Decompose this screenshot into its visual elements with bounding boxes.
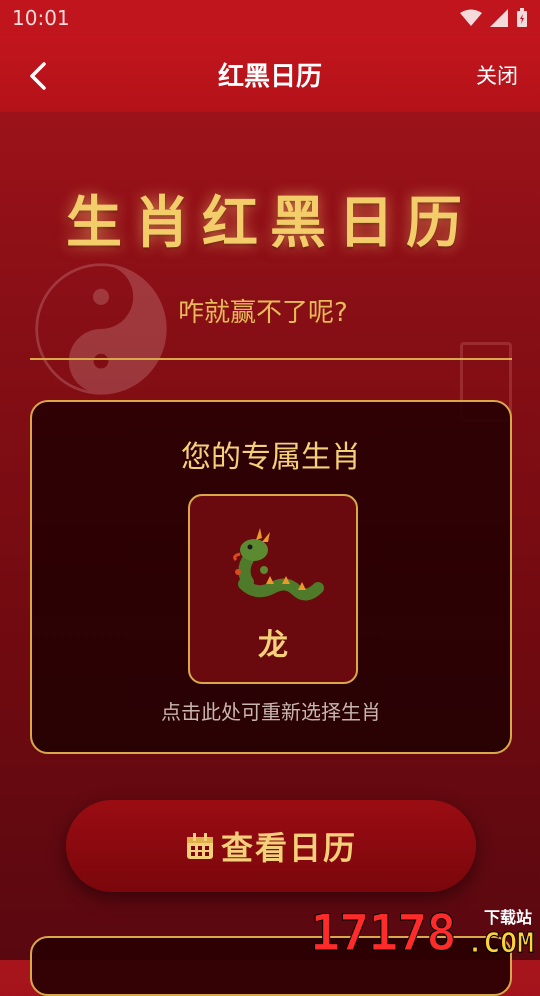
watermark-domain: .COM — [466, 926, 534, 960]
wifi-icon — [460, 9, 482, 26]
subtitle: 咋就赢不了呢? — [178, 298, 348, 328]
status-bar: 10:01 — [0, 0, 540, 36]
site-watermark: 17178 下载站 .COM — [310, 896, 536, 963]
divider — [30, 358, 512, 360]
watermark-site: 下载站 — [483, 908, 532, 927]
view-calendar-button[interactable]: 查看日历 — [66, 800, 476, 892]
zodiac-name: 龙 — [258, 628, 288, 663]
zodiac-card: 您的专属生肖 龙 点击此处可重新选择生肖 — [30, 400, 512, 754]
chevron-left-icon — [30, 62, 46, 90]
back-button[interactable] — [20, 58, 56, 94]
battery-icon — [517, 8, 527, 27]
zodiac-selector[interactable]: 龙 — [188, 494, 358, 684]
page-title: 红黑日历 — [217, 61, 322, 92]
signal-icon — [490, 9, 508, 27]
calendar-icon — [186, 833, 213, 859]
system-icons — [460, 8, 528, 28]
reselect-hint[interactable]: 点击此处可重新选择生肖 — [32, 696, 510, 725]
card-title: 您的专属生肖 — [181, 440, 361, 475]
close-button[interactable]: 关闭 — [476, 60, 518, 90]
view-calendar-label: 查看日历 — [220, 829, 357, 867]
hero-title: 生肖红黑日历 — [66, 191, 474, 256]
top-app-bar: 红黑日历 关闭 — [0, 36, 540, 112]
dragon-icon — [233, 528, 324, 601]
watermark-number: 17178 — [310, 904, 458, 963]
status-time: 10:01 — [12, 6, 70, 30]
yin-yang-icon — [35, 263, 167, 395]
